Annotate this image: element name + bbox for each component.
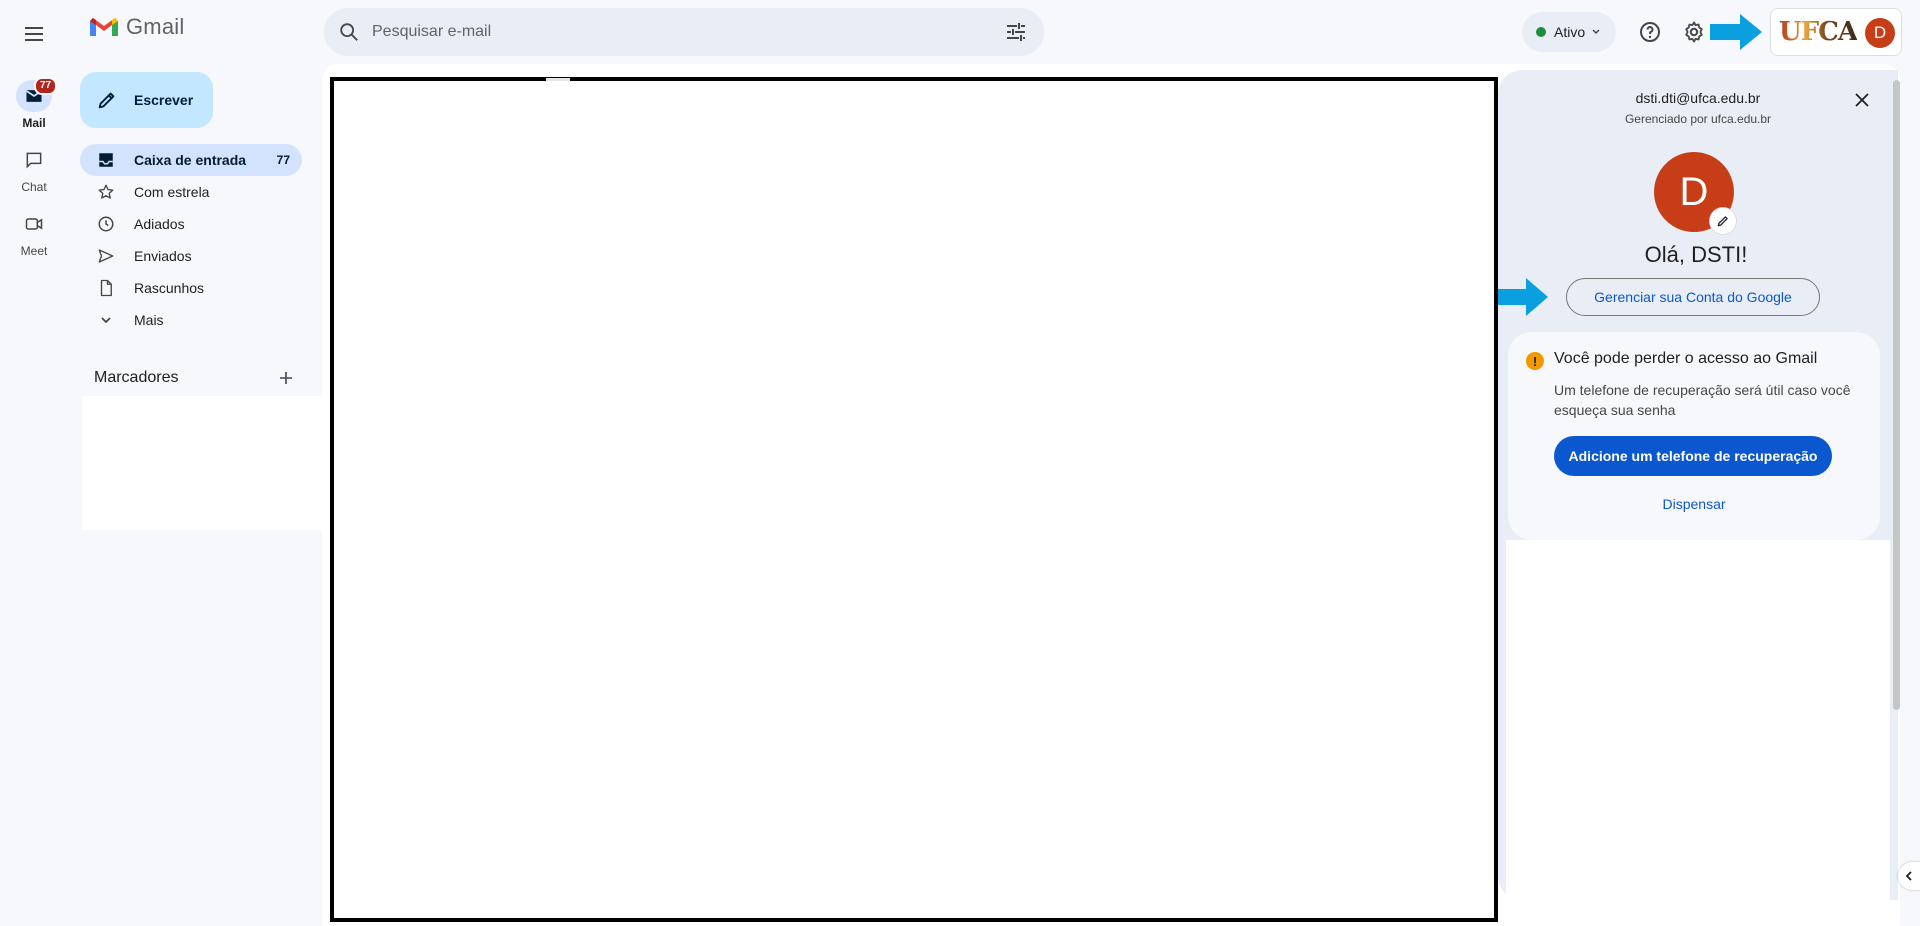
- rail-label-mail: Mail: [22, 116, 46, 130]
- nav-label-drafts: Rascunhos: [134, 280, 205, 296]
- clock-icon: [98, 216, 114, 232]
- manage-account-button[interactable]: Gerenciar sua Conta do Google: [1566, 278, 1820, 316]
- popup-lower-panel: [1506, 540, 1890, 900]
- nav-item-starred[interactable]: Com estrela: [80, 176, 302, 208]
- compose-label: Escrever: [134, 92, 194, 108]
- rail-label-chat: Chat: [21, 180, 47, 194]
- account-switcher[interactable]: UFCA D: [1770, 8, 1902, 56]
- ufca-logo: UFCA: [1779, 17, 1858, 47]
- app-name: Gmail: [126, 14, 185, 39]
- side-panel-toggle[interactable]: [1898, 862, 1920, 890]
- gear-icon: [1685, 21, 1703, 43]
- chat-icon: [26, 152, 42, 169]
- popup-managed-by: Gerenciado por ufca.edu.br: [1624, 112, 1772, 126]
- send-icon: [98, 249, 114, 263]
- search-icon[interactable]: [338, 21, 360, 43]
- search-input[interactable]: [372, 23, 972, 41]
- labels-panel: [82, 396, 322, 530]
- nav-item-more[interactable]: Mais: [80, 304, 302, 336]
- help-icon: [1640, 22, 1660, 42]
- add-recovery-phone-button[interactable]: Adicione um telefone de recuperação: [1554, 436, 1832, 476]
- inbox-icon: [99, 153, 113, 167]
- main-menu-button[interactable]: [14, 14, 54, 54]
- redacted-content-frame: [330, 77, 1498, 922]
- nav-label-snoozed: Adiados: [134, 216, 185, 232]
- close-icon: [1855, 93, 1869, 107]
- search-options-icon[interactable]: [1004, 20, 1028, 44]
- nav-label-sent: Enviados: [134, 248, 192, 264]
- nav-item-snoozed[interactable]: Adiados: [80, 208, 302, 240]
- gmail-logo[interactable]: Gmail: [88, 14, 184, 40]
- account-popup: dsti.dti@ufca.edu.br Gerenciado por ufca…: [1498, 70, 1898, 900]
- warning-title: Você pode perder o acesso ao Gmail: [1554, 350, 1818, 367]
- nav-label-more: Mais: [134, 312, 164, 328]
- greeting: Olá, DSTI!: [1644, 242, 1748, 267]
- status-selector[interactable]: Ativo: [1522, 12, 1616, 52]
- search-bar[interactable]: [324, 8, 1044, 56]
- hamburger-menu-icon: [25, 27, 43, 41]
- labels-title: Marcadores: [94, 369, 179, 386]
- star-icon: [98, 184, 114, 199]
- nav-label-inbox: Caixa de entrada: [134, 152, 247, 168]
- nav-list: Caixa de entrada 77 Com estrela Adiados …: [80, 144, 302, 336]
- account-avatar[interactable]: D: [1865, 18, 1895, 48]
- nav-item-drafts[interactable]: Rascunhos: [80, 272, 302, 304]
- annotation-arrow-icon: [1498, 278, 1548, 316]
- dismiss-button[interactable]: Dispensar: [1508, 496, 1880, 512]
- labels-header: Marcadores: [94, 362, 302, 394]
- pencil-icon: [1717, 216, 1728, 227]
- rail-item-meet[interactable]: Meet: [0, 208, 68, 258]
- warning-icon: !: [1526, 352, 1544, 370]
- draft-icon: [100, 279, 112, 297]
- nav-item-inbox[interactable]: Caixa de entrada 77: [80, 144, 302, 176]
- chevron-left-icon: [1905, 871, 1912, 881]
- nav-label-starred: Com estrela: [134, 184, 210, 200]
- plus-icon: [280, 372, 292, 384]
- status-label: Ativo: [1554, 24, 1586, 40]
- edit-photo-button[interactable]: [1710, 208, 1736, 234]
- inbox-count: 77: [276, 153, 290, 167]
- pencil-icon: [98, 92, 115, 109]
- nav-item-sent[interactable]: Enviados: [80, 240, 302, 272]
- meet-icon: [25, 218, 43, 230]
- chevron-down-icon: [101, 317, 111, 324]
- popup-scrollbar[interactable]: [1893, 80, 1900, 710]
- toolbar-divider: [546, 78, 570, 81]
- status-dot: [1536, 27, 1546, 37]
- warning-text: Um telefone de recuperação será útil cas…: [1554, 382, 1851, 418]
- add-label-button[interactable]: [270, 362, 302, 394]
- compose-button[interactable]: Escrever: [80, 72, 213, 128]
- popup-email: dsti.dti@ufca.edu.br: [1635, 90, 1761, 106]
- annotation-arrow-icon: [1710, 14, 1762, 50]
- recovery-warning-card: ! Você pode perder o acesso ao Gmail Um …: [1508, 332, 1880, 540]
- support-button[interactable]: [1630, 12, 1670, 52]
- rail-item-chat[interactable]: Chat: [0, 144, 68, 194]
- gmail-m-icon: [90, 18, 118, 36]
- rail-label-meet: Meet: [20, 244, 48, 258]
- mail-unread-badge: 77: [34, 77, 58, 95]
- close-popup-button[interactable]: [1850, 88, 1874, 112]
- app-rail: Mail 77 Chat Meet: [0, 0, 68, 926]
- chevron-down-icon: [1592, 29, 1600, 35]
